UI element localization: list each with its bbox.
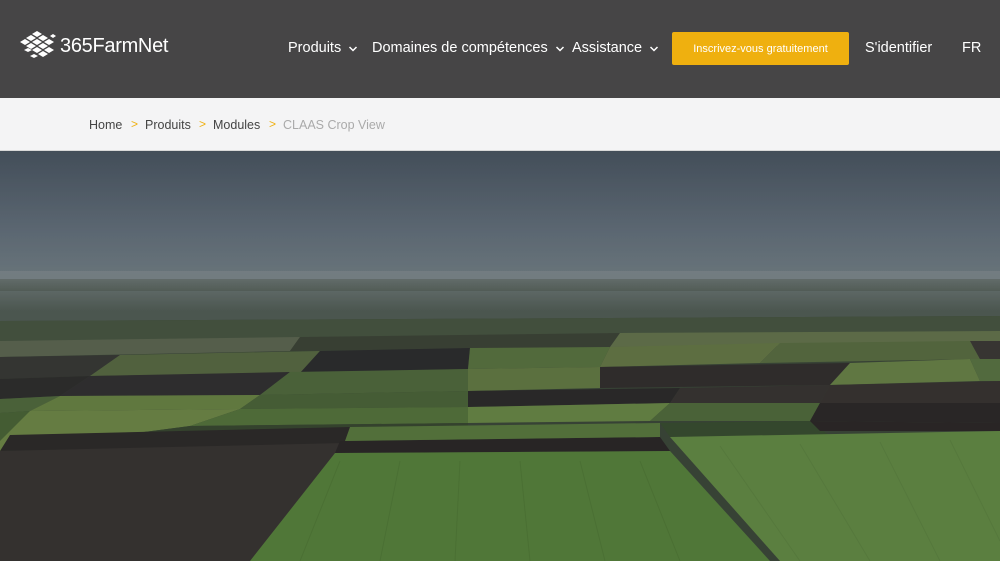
nav-assistance[interactable]: Assistance: [572, 40, 659, 56]
hero-image: [0, 151, 1000, 561]
breadcrumb-separator: >: [269, 117, 277, 131]
language-switcher[interactable]: FR: [962, 40, 981, 56]
site-logo[interactable]: 365FarmNet: [16, 30, 168, 62]
login-link[interactable]: S'identifier: [865, 40, 932, 56]
nav-domaines-label: Domaines de compétences: [372, 40, 548, 56]
breadcrumb-home[interactable]: Home: [89, 118, 122, 132]
aerial-fields-image: [0, 151, 1000, 561]
logo-text: 365FarmNet: [60, 34, 169, 57]
site-header: 365FarmNet Produits Domaines de compéten…: [0, 0, 1000, 98]
breadcrumb-produits[interactable]: Produits: [145, 118, 191, 132]
breadcrumb-current: CLAAS Crop View: [283, 118, 385, 132]
chevron-down-icon: [650, 45, 659, 52]
nav-produits-label: Produits: [288, 40, 342, 56]
nav-assistance-label: Assistance: [572, 40, 643, 56]
nav-produits[interactable]: Produits: [288, 40, 358, 56]
chevron-down-icon: [349, 45, 358, 52]
chevron-down-icon: [555, 45, 564, 52]
nav-domaines[interactable]: Domaines de compétences: [372, 40, 565, 56]
breadcrumb-separator: >: [131, 117, 139, 131]
farmnet-logo-icon: [20, 31, 56, 58]
signup-button[interactable]: Inscrivez-vous gratuitement: [672, 32, 849, 65]
breadcrumb-modules[interactable]: Modules: [213, 118, 260, 132]
breadcrumb-separator: >: [199, 117, 207, 131]
